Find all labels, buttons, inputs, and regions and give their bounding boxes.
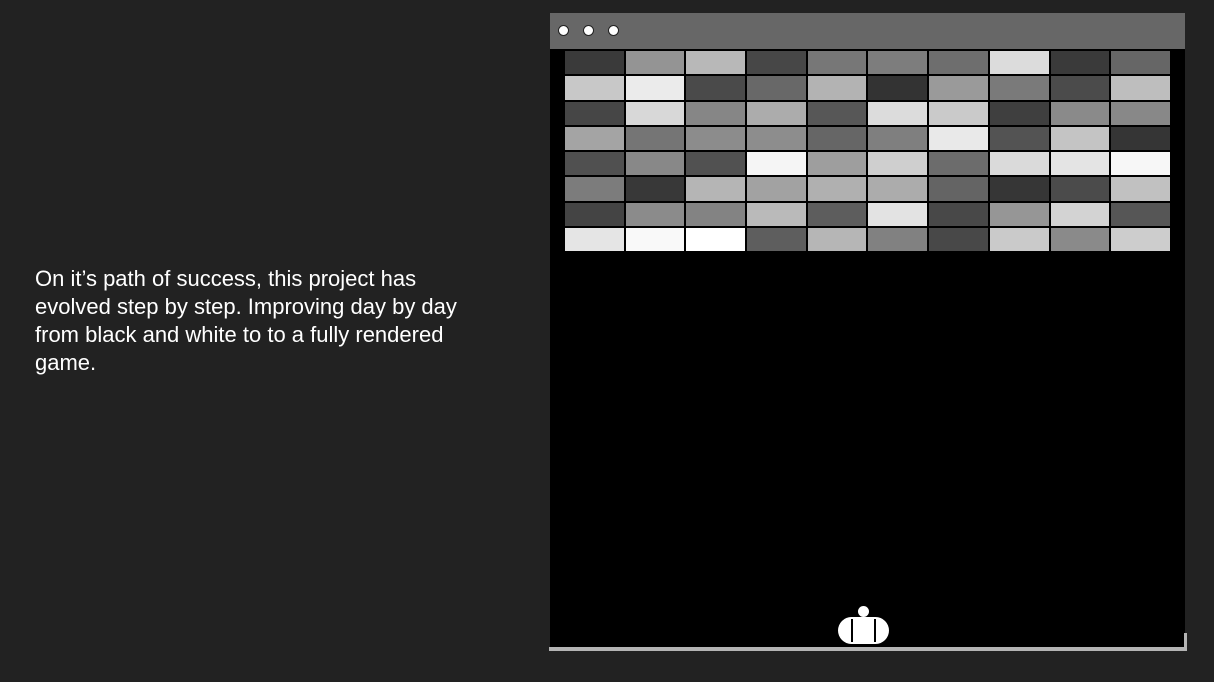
brick xyxy=(806,125,868,152)
brick xyxy=(806,75,868,101)
brick xyxy=(624,176,686,202)
brick xyxy=(1110,227,1171,253)
brick xyxy=(928,50,989,76)
brick xyxy=(624,227,686,253)
brick xyxy=(624,151,686,177)
brick xyxy=(867,176,929,202)
brick xyxy=(867,227,929,253)
brick xyxy=(746,100,807,126)
brick xyxy=(988,176,1050,202)
brick xyxy=(624,201,686,228)
brick-grid xyxy=(564,50,1171,253)
brick xyxy=(685,176,747,202)
window-titlebar[interactable] xyxy=(550,13,1185,49)
brick xyxy=(746,50,807,76)
brick xyxy=(928,201,989,228)
brick xyxy=(806,227,868,253)
brick xyxy=(988,125,1050,152)
brick xyxy=(685,227,747,253)
caption-text: On it’s path of success, this project ha… xyxy=(35,266,457,375)
brick xyxy=(806,50,868,76)
brick xyxy=(564,125,625,152)
brick xyxy=(1110,151,1171,177)
game-playfield[interactable] xyxy=(550,49,1185,647)
brick xyxy=(624,75,686,101)
paddle-icon[interactable] xyxy=(838,617,889,644)
brick xyxy=(564,50,625,76)
paddle-notch-left xyxy=(851,619,853,642)
brick xyxy=(988,151,1050,177)
brick xyxy=(1110,125,1171,152)
brick xyxy=(1110,50,1171,76)
brick xyxy=(1049,201,1111,228)
brick xyxy=(1110,75,1171,101)
brick xyxy=(928,100,989,126)
brick xyxy=(806,201,868,228)
brick xyxy=(867,125,929,152)
brick xyxy=(1049,151,1111,177)
slide: On it’s path of success, this project ha… xyxy=(0,0,1214,682)
brick xyxy=(685,75,747,101)
brick xyxy=(867,151,929,177)
brick xyxy=(746,176,807,202)
brick xyxy=(624,100,686,126)
brick xyxy=(1110,100,1171,126)
brick xyxy=(564,151,625,177)
brick xyxy=(928,151,989,177)
window-bottom-edge xyxy=(549,647,1186,651)
brick xyxy=(988,75,1050,101)
brick xyxy=(806,176,868,202)
brick xyxy=(564,176,625,202)
brick xyxy=(685,151,747,177)
brick xyxy=(746,151,807,177)
window-control-dot-3-icon[interactable] xyxy=(608,25,619,36)
brick xyxy=(746,227,807,253)
brick xyxy=(624,50,686,76)
brick xyxy=(624,125,686,152)
brick xyxy=(746,201,807,228)
brick xyxy=(988,201,1050,228)
brick xyxy=(685,125,747,152)
window-control-dot-1-icon[interactable] xyxy=(558,25,569,36)
game-window xyxy=(549,13,1187,651)
ball-icon xyxy=(858,606,869,617)
brick xyxy=(564,75,625,101)
brick xyxy=(806,151,868,177)
brick xyxy=(564,201,625,228)
brick xyxy=(928,176,989,202)
brick xyxy=(685,201,747,228)
brick xyxy=(1049,100,1111,126)
brick xyxy=(685,50,747,76)
brick xyxy=(988,100,1050,126)
brick xyxy=(806,100,868,126)
brick xyxy=(867,201,929,228)
brick xyxy=(928,125,989,152)
brick xyxy=(867,75,929,101)
brick xyxy=(564,100,625,126)
brick xyxy=(867,100,929,126)
brick xyxy=(928,75,989,101)
brick xyxy=(1049,176,1111,202)
brick xyxy=(988,50,1050,76)
window-right-edge xyxy=(1184,633,1187,651)
brick xyxy=(746,125,807,152)
brick xyxy=(1110,201,1171,228)
brick xyxy=(564,227,625,253)
brick xyxy=(1049,227,1111,253)
brick xyxy=(746,75,807,101)
brick xyxy=(867,50,929,76)
brick xyxy=(988,227,1050,253)
brick xyxy=(1049,50,1111,76)
brick xyxy=(1110,176,1171,202)
brick xyxy=(1049,125,1111,152)
window-control-dot-2-icon[interactable] xyxy=(583,25,594,36)
brick xyxy=(1049,75,1111,101)
brick xyxy=(928,227,989,253)
paddle-notch-right xyxy=(874,619,876,642)
brick xyxy=(685,100,747,126)
